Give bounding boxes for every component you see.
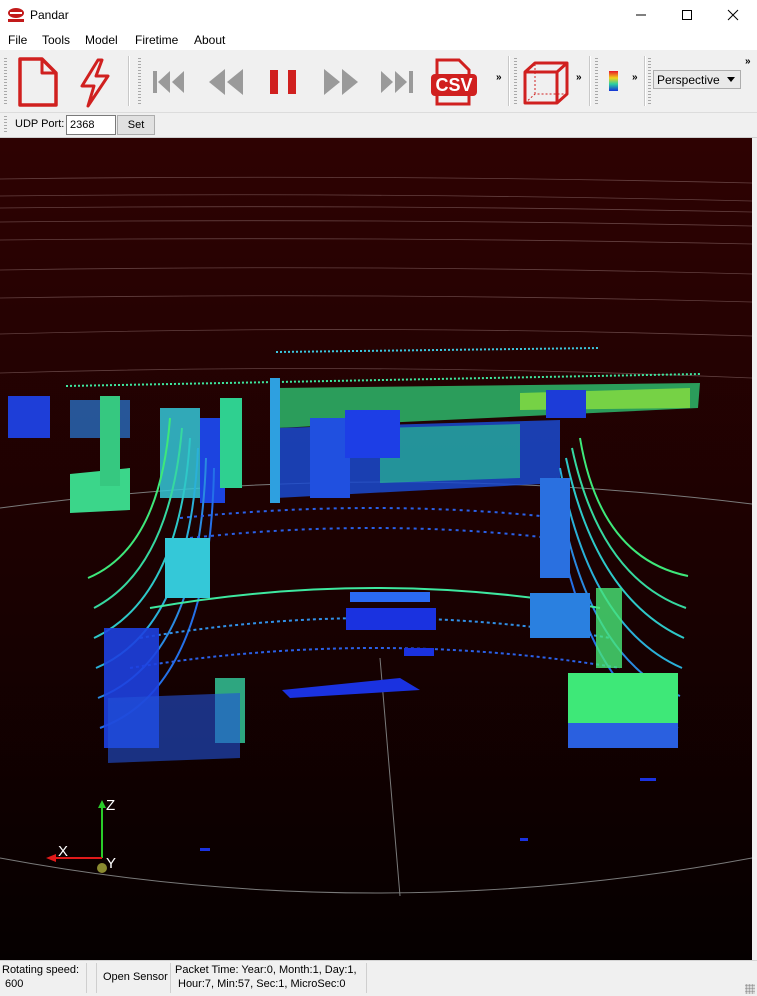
toolbar-extension-button[interactable]: » xyxy=(632,72,637,83)
udp-port-input[interactable]: 2368 xyxy=(66,115,116,135)
left-bottom-points xyxy=(104,538,245,763)
status-divider xyxy=(366,963,367,993)
skip-back-icon xyxy=(153,71,184,93)
point-cloud-viewport[interactable]: Z X Y xyxy=(0,138,752,960)
main-toolbar: CSV » » » Perspective » xyxy=(0,50,757,113)
bounding-box-button[interactable] xyxy=(521,56,569,108)
fast-forward-icon xyxy=(324,69,358,95)
cube-icon xyxy=(523,61,569,105)
new-file-button[interactable] xyxy=(14,56,62,108)
document-icon xyxy=(18,57,58,107)
menu-firetime[interactable]: Firetime xyxy=(135,33,178,47)
status-divider xyxy=(86,963,87,993)
csv-icon: CSV xyxy=(431,58,477,106)
menu-file[interactable]: File xyxy=(8,33,27,47)
right-bottom-points xyxy=(530,478,678,748)
minimize-icon xyxy=(636,14,646,16)
horizon-rings xyxy=(0,176,752,379)
toolbar-extension-button[interactable]: » xyxy=(745,56,750,67)
toolbar-separator xyxy=(644,56,646,106)
skip-forward-icon xyxy=(381,71,413,93)
toolbar-extension-button[interactable]: » xyxy=(496,72,501,83)
orientation-axes: Z X Y xyxy=(46,797,116,873)
y-axis-label: Y xyxy=(106,855,116,872)
maximize-icon xyxy=(682,10,692,20)
rewind-button[interactable] xyxy=(203,56,251,108)
pause-button[interactable] xyxy=(260,56,308,108)
toolbar-separator xyxy=(508,56,510,106)
x-axis-label: X xyxy=(58,843,68,860)
close-icon xyxy=(727,9,739,21)
toolbar-separator xyxy=(589,56,591,106)
sensor-status: Open Sensor xyxy=(103,971,168,983)
view-mode-value: Perspective xyxy=(657,73,720,87)
title-bar: Pandar xyxy=(0,0,757,30)
lightning-icon xyxy=(80,58,110,108)
packet-time-line2: Hour:7, Min:57, Sec:1, MicroSec:0 xyxy=(178,978,346,990)
point-cloud-canvas: Z X Y xyxy=(0,176,752,897)
toolbar-separator xyxy=(128,56,130,106)
pause-icon xyxy=(270,70,296,94)
menu-model[interactable]: Model xyxy=(85,33,118,47)
toolbar-grip[interactable] xyxy=(4,58,7,104)
hesai-logo-icon xyxy=(8,8,24,22)
window-title: Pandar xyxy=(30,8,69,22)
udp-toolbar: UDP Port: 2368 Set xyxy=(0,113,757,138)
packet-time-line1: Packet Time: Year:0, Month:1, Day:1, xyxy=(175,964,357,976)
go-to-end-button[interactable] xyxy=(373,56,421,108)
fast-forward-button[interactable] xyxy=(316,56,364,108)
rotating-speed-status: Rotating speed: 600 xyxy=(2,963,79,991)
toolbar-grip[interactable] xyxy=(138,58,141,104)
viewport-edge xyxy=(752,138,757,960)
status-divider xyxy=(96,963,97,993)
udp-port-label: UDP Port: xyxy=(15,118,65,130)
maximize-button[interactable] xyxy=(664,0,710,30)
rewind-icon xyxy=(209,69,243,95)
udp-set-button[interactable]: Set xyxy=(117,115,155,135)
toolbar-grip[interactable] xyxy=(595,58,598,104)
chevron-down-icon xyxy=(727,77,735,82)
color-map-button[interactable] xyxy=(601,56,627,108)
z-axis-label: Z xyxy=(106,797,115,814)
minimize-button[interactable] xyxy=(618,0,664,30)
status-divider xyxy=(170,963,171,993)
resize-grip[interactable] xyxy=(745,984,755,994)
go-to-start-button[interactable] xyxy=(147,56,195,108)
view-mode-select[interactable]: Perspective xyxy=(653,70,741,89)
menu-about[interactable]: About xyxy=(194,33,225,47)
status-bar: Rotating speed: 600 Open Sensor Packet T… xyxy=(0,960,757,996)
toolbar-grip[interactable] xyxy=(514,58,517,104)
menu-tools[interactable]: Tools xyxy=(42,33,70,47)
packet-time-status: Packet Time: Year:0, Month:1, Day:1, Hou… xyxy=(175,963,357,991)
menu-bar: File Tools Model Firetime About xyxy=(0,30,757,50)
open-sensor-button[interactable] xyxy=(72,56,120,108)
close-button[interactable] xyxy=(710,0,756,30)
color-legend-icon xyxy=(609,71,618,91)
export-csv-button[interactable]: CSV xyxy=(429,56,477,108)
csv-label: CSV xyxy=(435,75,472,95)
rotating-speed-value: 600 xyxy=(5,978,24,990)
toolbar-grip[interactable] xyxy=(648,58,651,104)
rotating-speed-label: Rotating speed: xyxy=(2,964,80,976)
toolbar-grip[interactable] xyxy=(4,116,7,134)
toolbar-extension-button[interactable]: » xyxy=(576,72,581,83)
